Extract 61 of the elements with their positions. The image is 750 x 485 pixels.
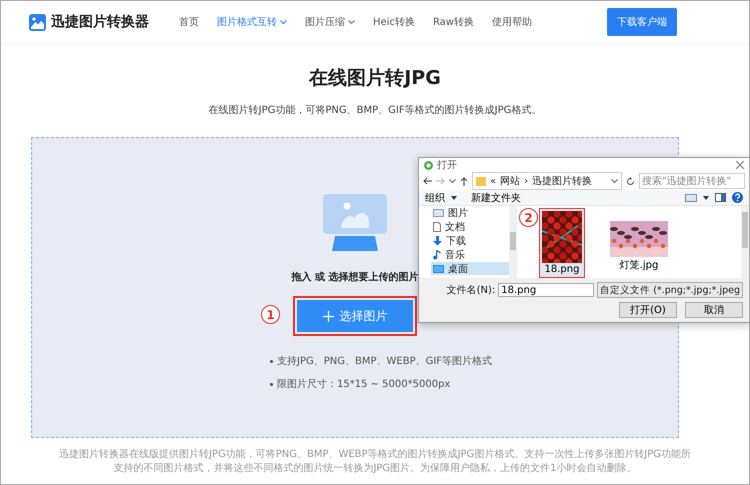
- breadcrumb: ›: [524, 176, 528, 187]
- logo-icon: [29, 14, 46, 30]
- nav-item[interactable]: 图片格式互转: [217, 15, 287, 29]
- plus-icon: [322, 310, 334, 322]
- address-bar[interactable]: « 网站 › 迅捷图片转换: [472, 172, 622, 190]
- folder-tree-item[interactable]: 图片: [431, 206, 509, 219]
- format-note: 限图片尺寸：15*15 ~ 5000*5000px: [277, 378, 450, 391]
- folder-tree-item[interactable]: 桌面: [431, 262, 509, 275]
- format-note: 支持JPG、PNG、BMP、WEBP、GIF等图片格式: [277, 354, 492, 368]
- music-note-icon: [433, 250, 441, 260]
- app-logo-text: 迅捷图片转换器: [51, 13, 149, 31]
- nav-item[interactable]: 图片压缩: [305, 15, 355, 29]
- refresh-icon[interactable]: [626, 176, 635, 186]
- upload-prompt: 拖入 或 选择想要上传的图片: [292, 270, 418, 284]
- scrollbar[interactable]: [509, 206, 517, 278]
- filename-label: 文件名(N):: [446, 284, 496, 297]
- bullet-icon: [270, 360, 273, 362]
- close-icon[interactable]: [736, 161, 744, 169]
- image-icon: [433, 208, 444, 216]
- dialog-button[interactable]: 取消: [685, 302, 743, 318]
- bullet-icon: [270, 382, 273, 386]
- page-subtitle: 在线图片转JPG功能，可将PNG、BMP、GIF等格式的图片转换成JPG格式。: [208, 104, 542, 117]
- monitor-icon: [433, 264, 444, 272]
- nav-item[interactable]: Heic转换: [373, 15, 415, 29]
- caret-icon: [611, 178, 618, 184]
- back-arrow-icon[interactable]: [423, 177, 432, 186]
- organize-menu[interactable]: 组织: [425, 190, 445, 205]
- nav-item[interactable]: 使用帮助: [492, 15, 532, 29]
- filename-field[interactable]: 18.png: [498, 283, 594, 297]
- up-arrow-icon[interactable]: [460, 176, 468, 186]
- file-item[interactable]: 灯笼.jpg: [607, 218, 671, 275]
- folder-tree-item[interactable]: 下载: [431, 234, 509, 247]
- file-type-dropdown[interactable]: 自定义文件 (*.png;*.jpg;*.jpeg: [597, 282, 743, 298]
- scrollbar[interactable]: [741, 206, 749, 278]
- caret-icon: [451, 196, 457, 200]
- dialog-title: 打开: [437, 158, 458, 172]
- breadcrumb: 迅捷图片转换: [532, 174, 592, 188]
- upload-illustration-icon: [323, 194, 387, 252]
- page-title: 在线图片转JPG: [308, 66, 442, 91]
- breadcrumb: «: [490, 176, 496, 187]
- download-client-button[interactable]: 下载客户端: [607, 8, 677, 36]
- folder-tree-item[interactable]: 文档: [431, 220, 509, 233]
- view-options-icon[interactable]: [685, 194, 697, 202]
- nav-item[interactable]: Raw转换: [432, 15, 474, 29]
- dialog-button[interactable]: 打开(O): [619, 302, 677, 318]
- document-icon: [433, 222, 441, 232]
- footer-description: 迅捷图片转换器在线版提供图片转JPG功能，可将PNG、BMP、WEBP等格式的图片转换成JPG图片格式。支持一次性上传多张图片转JPG功能所支持的不同图片格式，并将这些不同格式的图片统一转换为JPG图片。为保障用户隐私，上传的文件1小时会自动删除。: [58, 448, 692, 476]
- nav-item[interactable]: 首页: [179, 15, 199, 29]
- app-icon: [424, 160, 433, 170]
- caret-icon: [703, 196, 709, 200]
- breadcrumb: 网站: [500, 174, 520, 188]
- step-badge: 1: [261, 305, 280, 324]
- search-field[interactable]: 搜索"迅捷图片转换": [639, 173, 745, 190]
- file-item[interactable]: 18.png: [539, 208, 585, 278]
- preview-pane-icon[interactable]: [715, 193, 726, 202]
- new-folder-button[interactable]: 新建文件夹: [463, 190, 521, 205]
- folder-tree-item[interactable]: 音乐: [431, 248, 509, 261]
- step-badge: 2: [519, 208, 538, 227]
- download-icon: [433, 236, 442, 246]
- help-icon[interactable]: [732, 192, 743, 204]
- caret-icon: [449, 178, 456, 184]
